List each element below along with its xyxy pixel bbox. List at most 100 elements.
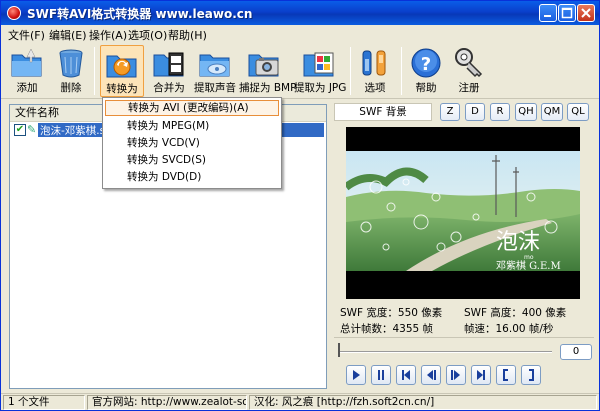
toolbar-separator xyxy=(401,47,402,95)
minimize-icon xyxy=(544,15,551,17)
quality-high-button[interactable]: QH xyxy=(515,103,537,121)
register-button[interactable]: 注册 xyxy=(449,45,489,97)
help-icon: ? xyxy=(408,47,444,79)
menu-options[interactable]: 选项(O) xyxy=(128,27,167,43)
menu-item-convert-avi[interactable]: 转换为 AVI (更改编码)(A) xyxy=(105,100,279,116)
options-label: 选项 xyxy=(364,82,386,94)
status-bar: 1 个文件 官方网站: http://www.zealot-soft.com 汉… xyxy=(1,393,599,410)
mark-out-button[interactable] xyxy=(521,365,541,385)
app-icon xyxy=(7,6,21,20)
convert-context-menu: 转换为 AVI (更改编码)(A) 转换为 MPEG(M) 转换为 VCD(V)… xyxy=(102,97,282,189)
audio-folder-icon xyxy=(197,47,233,79)
menu-item-convert-svcd[interactable]: 转换为 SVCD(S) xyxy=(105,152,279,168)
tools-icon xyxy=(357,47,393,79)
mark-in-button[interactable] xyxy=(496,365,516,385)
toolbar-separator xyxy=(94,47,95,95)
help-button[interactable]: ? 帮助 xyxy=(406,45,446,97)
swf-file-icon: ✎ xyxy=(27,123,37,136)
menu-help[interactable]: 帮助(H) xyxy=(168,27,207,43)
current-frame-field[interactable]: 0 xyxy=(560,344,592,360)
preview-panel: SWF 背景 Z D R QH QM QL 泡沫 mo 邓紫棋 G.E.M SW… xyxy=(334,103,594,393)
capture-bmp-button[interactable]: 捕捉为 BMP xyxy=(239,45,297,97)
convert-icon xyxy=(104,48,140,80)
status-translation: 汉化: 风之痕 [http://fzh.soft2cn.cn/] xyxy=(249,395,597,410)
video-subtitle-text: mo xyxy=(524,254,534,261)
zoom-z-button[interactable]: Z xyxy=(440,103,460,121)
convert-button[interactable]: 转换为 xyxy=(100,45,144,97)
swf-height-info: SWF 高度：400 像素 xyxy=(464,307,567,319)
status-file-count: 1 个文件 xyxy=(3,395,85,410)
window-title: SWF转AVI格式转换器 www.leawo.cn xyxy=(27,7,253,21)
video-preview: 泡沫 mo 邓紫棋 G.E.M xyxy=(346,127,580,299)
frame-rate-info: 帧速：16.00 帧/秒 xyxy=(464,323,554,335)
camera-icon xyxy=(246,47,282,79)
jpg-folder-icon xyxy=(301,47,337,79)
step-forward-button[interactable] xyxy=(446,365,466,385)
menu-item-convert-vcd[interactable]: 转换为 VCD(V) xyxy=(105,135,279,151)
step-back-icon xyxy=(427,370,436,380)
play-button[interactable] xyxy=(346,365,366,385)
merge-label: 合并为 xyxy=(153,82,185,94)
extract-audio-label: 提取声音 xyxy=(194,82,236,94)
extract-jpg-button[interactable]: 提取为 JPG xyxy=(294,45,347,97)
quality-medium-button[interactable]: QM xyxy=(541,103,563,121)
swf-width-info: SWF 宽度：550 像素 xyxy=(340,307,443,319)
mark-out-icon xyxy=(529,369,534,381)
go-start-button[interactable] xyxy=(396,365,416,385)
key-icon xyxy=(451,47,487,79)
tab-swf-background[interactable]: SWF 背景 xyxy=(334,103,432,121)
app-window: SWF转AVI格式转换器 www.leawo.cn 文件(F) 编辑(E) 操作… xyxy=(0,0,600,411)
close-icon xyxy=(581,8,591,18)
maximize-icon xyxy=(561,7,573,19)
menu-item-convert-mpeg[interactable]: 转换为 MPEG(M) xyxy=(105,118,279,134)
menu-edit[interactable]: 编辑(E) xyxy=(49,27,87,43)
folder-add-icon xyxy=(9,47,45,79)
maximize-button[interactable] xyxy=(558,4,576,22)
play-icon xyxy=(353,370,360,380)
extract-audio-button[interactable]: 提取声音 xyxy=(190,45,240,97)
zoom-d-button[interactable]: D xyxy=(465,103,485,121)
register-label: 注册 xyxy=(458,82,480,94)
title-bar: SWF转AVI格式转换器 www.leawo.cn xyxy=(1,1,599,25)
capture-bmp-label: 捕捉为 BMP xyxy=(239,82,297,94)
pause-icon xyxy=(378,370,384,380)
menu-file[interactable]: 文件(F) xyxy=(8,27,45,43)
playback-slider-thumb[interactable] xyxy=(338,343,340,357)
quality-low-button[interactable]: QL xyxy=(567,103,589,121)
mark-in-icon xyxy=(503,369,508,381)
video-title-text: 泡沫 xyxy=(496,230,540,255)
minimize-button[interactable] xyxy=(539,4,557,22)
svg-text:?: ? xyxy=(421,54,431,75)
video-frame-image: 泡沫 mo 邓紫棋 G.E.M xyxy=(346,127,580,299)
extract-jpg-label: 提取为 JPG xyxy=(294,82,347,94)
step-forward-icon xyxy=(451,370,460,380)
trash-icon xyxy=(53,47,89,79)
delete-button[interactable]: 删除 xyxy=(51,45,91,97)
playback-slider[interactable] xyxy=(338,351,552,353)
menu-action[interactable]: 操作(A) xyxy=(89,27,127,43)
merge-button[interactable]: 合并为 xyxy=(149,45,189,97)
merge-icon xyxy=(151,47,187,79)
zoom-r-button[interactable]: R xyxy=(490,103,510,121)
skip-start-icon xyxy=(402,370,410,380)
file-checkbox[interactable]: ✔ xyxy=(14,124,26,136)
total-frames-info: 总计帧数：4355 帧 xyxy=(340,323,434,335)
go-end-button[interactable] xyxy=(471,365,491,385)
video-artist-text: 邓紫棋 G.E.M xyxy=(496,259,561,272)
add-button[interactable]: 添加 xyxy=(7,45,47,97)
add-label: 添加 xyxy=(16,82,38,94)
skip-end-icon xyxy=(477,370,485,380)
delete-label: 删除 xyxy=(60,82,82,94)
pause-button[interactable] xyxy=(371,365,391,385)
menu-bar: 文件(F) 编辑(E) 操作(A) 选项(O) 帮助(H) xyxy=(1,25,599,43)
menu-item-convert-dvd[interactable]: 转换为 DVD(D) xyxy=(105,169,279,185)
close-button[interactable] xyxy=(577,4,595,22)
convert-label: 转换为 xyxy=(106,83,138,95)
toolbar: 添加 删除 转换为 合并为 提取声音 捕捉为 BMP 提取为 JPG 选项 ? … xyxy=(1,43,599,99)
help-label: 帮助 xyxy=(415,82,437,94)
status-website: 官方网站: http://www.zealot-soft.com xyxy=(87,395,247,410)
options-button[interactable]: 选项 xyxy=(355,45,395,97)
divider xyxy=(334,337,594,338)
toolbar-separator xyxy=(350,47,351,95)
step-back-button[interactable] xyxy=(421,365,441,385)
